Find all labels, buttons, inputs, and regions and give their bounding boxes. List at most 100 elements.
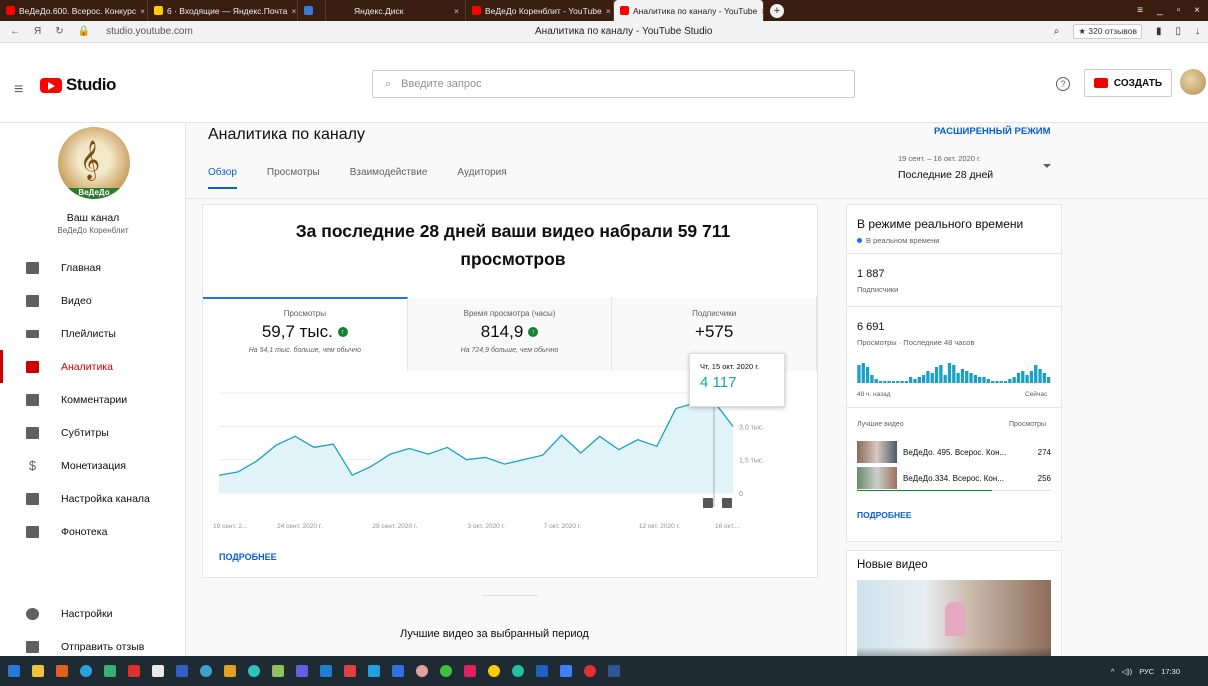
tab-engagement[interactable]: Взаимодействие — [350, 167, 428, 189]
app-icon[interactable] — [560, 665, 572, 677]
hourly-bar — [930, 373, 934, 383]
search-icon[interactable]: ⌕ — [1054, 26, 1060, 37]
main-content: Аналитика по каналу Обзор Просмотры Взаи… — [186, 123, 1208, 660]
help-icon[interactable]: ? — [1056, 77, 1070, 91]
sidebar-item-monetization[interactable]: $ Монетизация — [0, 449, 186, 482]
studio-logo[interactable]: Studio — [40, 75, 116, 95]
yandex-browser-icon[interactable] — [488, 665, 500, 677]
lock-icon: 🔒 — [77, 26, 91, 37]
app-icon[interactable] — [392, 665, 404, 677]
volume-icon[interactable]: ◁)) — [1121, 667, 1132, 676]
app-icon[interactable] — [320, 665, 332, 677]
subscribers-count: 1 887 — [857, 268, 885, 280]
chevron-down-icon[interactable] — [1043, 164, 1051, 168]
hourly-bar — [982, 377, 986, 383]
app-icon[interactable] — [128, 665, 140, 677]
realtime-bar-chart[interactable] — [857, 363, 1051, 383]
app-icon[interactable] — [152, 665, 164, 677]
new-video-thumbnail[interactable]: ВеДеДо. "Любимые книжки" — [857, 580, 1051, 659]
language-indicator[interactable]: РУС — [1139, 667, 1154, 676]
sidebar-item-analytics[interactable]: Аналитика — [0, 350, 186, 383]
back-icon[interactable]: ← — [10, 26, 20, 37]
browser-tab[interactable]: 6 · Входящие — Яндекс.Почта × — [148, 0, 298, 21]
bookmark-icon[interactable]: ▮ — [1156, 26, 1162, 37]
app-icon[interactable] — [104, 665, 116, 677]
minimize-icon[interactable]: _ — [1157, 5, 1163, 16]
browser-icon[interactable] — [80, 665, 92, 677]
app-icon[interactable] — [272, 665, 284, 677]
app-icon[interactable] — [368, 665, 380, 677]
close-tab-icon[interactable]: × — [606, 6, 611, 16]
channel-avatar[interactable]: 𝄞 ВеДеДо — [58, 127, 130, 199]
search-box[interactable]: ⌕ Введите запрос — [372, 70, 855, 98]
app-icon[interactable] — [512, 665, 524, 677]
more-link[interactable]: ПОДРОБНЕЕ — [857, 510, 911, 520]
protect-icon[interactable]: ▯ — [1175, 26, 1181, 37]
sidebar-item-label: Настройка канала — [61, 492, 150, 505]
sidebar-item-settings[interactable]: Настройки — [0, 597, 186, 630]
tab-views[interactable]: Просмотры — [267, 167, 320, 189]
browser-tab-active[interactable]: Аналитика по каналу - YouTube× — [614, 0, 764, 21]
sidebar-item-audio-library[interactable]: Фонотека — [0, 515, 186, 548]
app-icon[interactable] — [416, 665, 428, 677]
app-icon[interactable] — [536, 665, 548, 677]
clock[interactable]: 17:30 — [1161, 667, 1180, 676]
advanced-mode-link[interactable]: РАСШИРЕННЫЙ РЕЖИМ — [934, 126, 1051, 137]
metric-watch-time[interactable]: Время просмотра (часы) 814,9 ↑ На 724,9 б… — [407, 297, 613, 371]
app-icon[interactable] — [440, 665, 452, 677]
top-video-row[interactable]: ВеДеДо. 495. Всерос. Кон... 274 — [857, 441, 1051, 463]
reviews-badge[interactable]: ★ 320 отзывов — [1073, 24, 1142, 39]
more-link[interactable]: ПОДРОБНЕЕ — [219, 552, 277, 562]
browser-tab[interactable]: ВеДеДо Коренблит - YouTube × — [466, 0, 614, 21]
hourly-bar — [870, 375, 874, 383]
app-icon[interactable] — [176, 665, 188, 677]
browser-tab[interactable]: ВеДеДо.600. Всерос. Конкурс × — [0, 0, 148, 21]
realtime-title: В режиме реального времени — [857, 217, 1024, 231]
sidebar-item-playlists[interactable]: Плейлисты — [0, 317, 186, 350]
app-icon[interactable] — [344, 665, 356, 677]
hourly-bar — [917, 377, 921, 383]
file-explorer-icon[interactable] — [32, 665, 44, 677]
new-tab-icon[interactable]: + — [770, 3, 784, 18]
app-icon[interactable] — [224, 665, 236, 677]
app-icon[interactable] — [248, 665, 260, 677]
date-preset[interactable]: Последние 28 дней — [898, 169, 993, 181]
close-tab-icon[interactable]: × — [761, 6, 763, 16]
hamburger-menu-icon[interactable]: ≡ — [14, 81, 23, 99]
app-icon[interactable] — [56, 665, 68, 677]
close-tab-icon[interactable]: × — [140, 6, 145, 16]
create-button[interactable]: СОЗДАТЬ — [1084, 69, 1172, 97]
tab-audience[interactable]: Аудитория — [457, 167, 506, 189]
sidebar-item-dashboard[interactable]: Главная — [0, 251, 186, 284]
video-marker[interactable] — [702, 498, 713, 508]
top-video-row[interactable]: ВеДеДо.334. Всерос. Кон... 256 — [857, 467, 1051, 489]
app-icon[interactable] — [200, 665, 212, 677]
account-avatar[interactable] — [1180, 69, 1206, 95]
sidebar-item-subtitles[interactable]: Субтитры — [0, 416, 186, 449]
video-marker[interactable] — [721, 498, 732, 508]
close-window-icon[interactable]: × — [1194, 5, 1200, 16]
sidebar-item-customization[interactable]: Настройка канала — [0, 482, 186, 515]
app-icon[interactable] — [584, 665, 596, 677]
word-icon[interactable] — [608, 665, 620, 677]
sidebar-item-comments[interactable]: Комментарии — [0, 383, 186, 416]
download-icon[interactable]: ↓ — [1195, 26, 1200, 37]
browser-tab[interactable]: Яндекс.Диск × — [326, 0, 466, 21]
restore-icon[interactable]: ▫ — [1177, 5, 1181, 16]
yandex-icon[interactable]: Я — [34, 26, 41, 37]
app-icon[interactable] — [464, 665, 476, 677]
url-field[interactable]: studio.youtube.com — [106, 26, 193, 37]
close-tab-icon[interactable]: × — [454, 6, 459, 16]
sidebar-item-label: Видео — [61, 294, 92, 307]
menu-icon[interactable]: ≡ — [1137, 5, 1143, 16]
reload-icon[interactable]: ↻ — [55, 26, 63, 37]
tab-overview[interactable]: Обзор — [208, 167, 237, 189]
metric-views[interactable]: Просмотры 59,7 тыс. ↑ На 54,1 тыс. больше… — [203, 297, 408, 371]
sidebar-item-videos[interactable]: Видео — [0, 284, 186, 317]
tray-chevron-icon[interactable]: ^ — [1111, 667, 1115, 676]
app-icon[interactable] — [296, 665, 308, 677]
close-tab-icon[interactable]: × — [291, 6, 296, 16]
start-icon[interactable] — [8, 665, 20, 677]
date-range[interactable]: 19 сент. – 16 окт. 2020 г. — [898, 154, 981, 163]
browser-tab[interactable] — [298, 0, 326, 21]
